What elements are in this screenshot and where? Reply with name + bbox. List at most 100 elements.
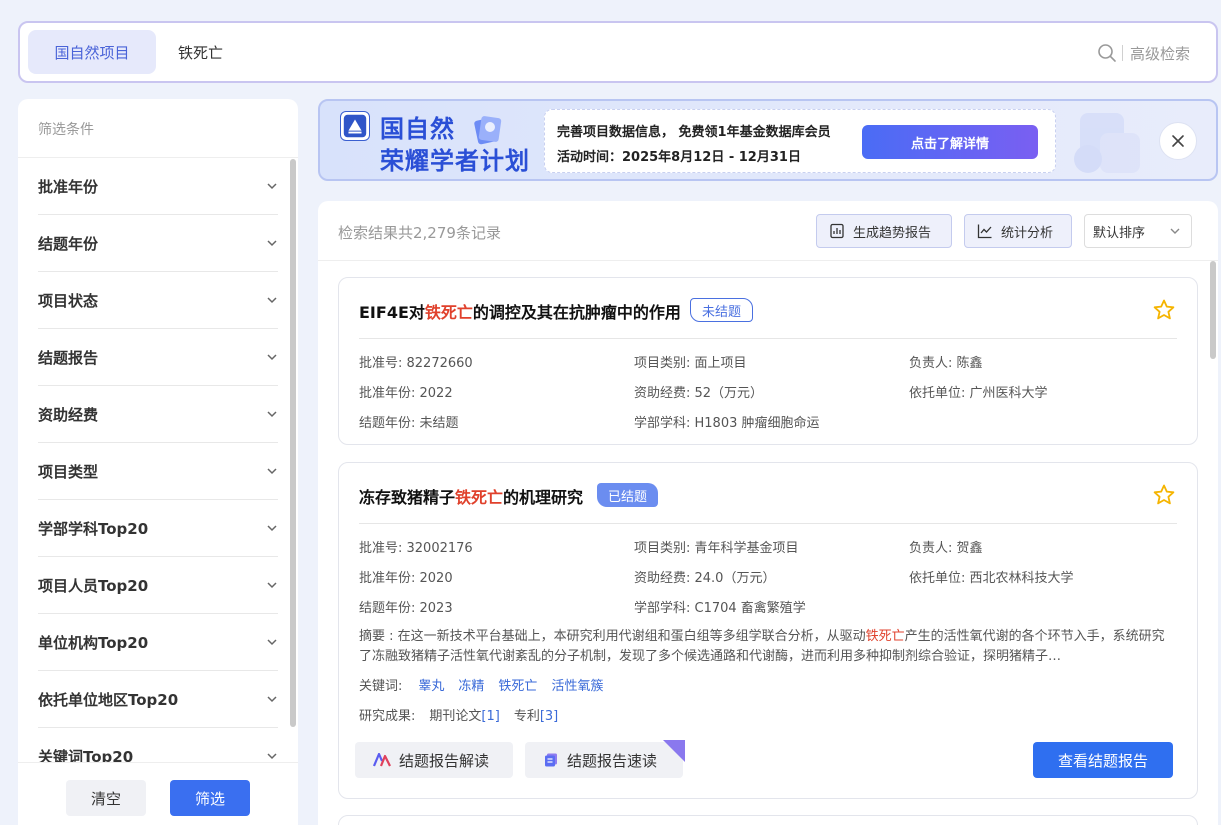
title-text: 的机理研究 bbox=[503, 488, 584, 507]
status-badge: 未结题 bbox=[690, 298, 754, 322]
search-input[interactable] bbox=[178, 39, 1058, 65]
filter-end-year[interactable]: 结题年份 bbox=[38, 215, 278, 272]
filter-keywords[interactable]: 关键词Top20 bbox=[38, 728, 278, 762]
end-year: 结题年份: 未结题 bbox=[359, 416, 459, 431]
report-interpretation-button[interactable]: 结题报告解读 bbox=[355, 742, 513, 778]
project-leader: 负责人: 贺鑫 bbox=[909, 541, 983, 556]
filter-region[interactable]: 依托单位地区Top20 bbox=[38, 671, 278, 728]
title-highlight: 铁死亡 bbox=[455, 488, 504, 507]
star-icon[interactable] bbox=[1152, 298, 1176, 322]
outputs-label: 研究成果: bbox=[359, 709, 416, 724]
clear-button[interactable]: 清空 bbox=[66, 780, 146, 816]
sidebar-title: 筛选条件 bbox=[38, 122, 94, 138]
banner-info-line2: 活动时间：2025年8月12日 - 12月31日 bbox=[557, 150, 801, 165]
sidebar-footer: 清空 筛选 bbox=[18, 762, 298, 825]
banner-decoration-icon bbox=[1074, 113, 1140, 173]
chevron-down-icon bbox=[267, 183, 277, 190]
learn-more-button[interactable]: 点击了解详情 bbox=[862, 125, 1038, 159]
free-tag-icon bbox=[663, 740, 685, 762]
trophy-book-icon bbox=[474, 116, 502, 145]
divider bbox=[359, 523, 1177, 524]
title-text: 的调控及其在抗肿瘤中的作用 bbox=[472, 303, 681, 322]
close-icon bbox=[1172, 135, 1184, 147]
stats-analysis-label: 统计分析 bbox=[1001, 225, 1054, 241]
filter-label: 单位机构Top20 bbox=[38, 633, 149, 652]
banner-info-box: 完善项目数据信息， 免费领1年基金数据库会员 活动时间：2025年8月12日 -… bbox=[544, 109, 1056, 173]
project-leader: 负责人: 陈鑫 bbox=[909, 356, 983, 371]
project-category: 项目类别: 青年科学基金项目 bbox=[634, 541, 799, 556]
filter-label: 学部学科Top20 bbox=[38, 519, 149, 538]
abstract-text: 摘要 : 在这一新技术平台基础上，本研究利用代谢组和蛋白组等多组学联合分析，从驱… bbox=[359, 627, 1177, 667]
abstract-text-part: 摘要 : 在这一新技术平台基础上，本研究利用代谢组和蛋白组等多组学联合分析，从驱… bbox=[359, 629, 866, 644]
result-card: 冻存致猪精子铁死亡的机理研究 已结题 批准号: 32002176 项目类别: 青… bbox=[338, 462, 1198, 799]
filter-discipline[interactable]: 学部学科Top20 bbox=[38, 500, 278, 557]
advanced-search-link[interactable]: 高级检索 bbox=[1130, 43, 1190, 64]
output-patent[interactable]: 专利[3] bbox=[514, 709, 558, 724]
chevron-down-icon bbox=[267, 753, 277, 760]
banner-title-line1: 国自然 bbox=[380, 115, 455, 143]
chevron-down-icon bbox=[267, 468, 277, 475]
end-year: 结题年份: 2023 bbox=[359, 601, 453, 616]
output-count: [3] bbox=[539, 709, 559, 724]
title-text: 冻存致猪精子 bbox=[359, 488, 456, 507]
report-quick-read-label: 结题报告速读 bbox=[567, 751, 658, 770]
approval-year: 批准年份: 2022 bbox=[359, 386, 453, 401]
search-scope-tab[interactable]: 国自然项目 bbox=[28, 30, 156, 74]
results-scrollbar[interactable] bbox=[1210, 261, 1216, 359]
divider bbox=[359, 338, 1177, 339]
keyword-link[interactable]: 睾丸 bbox=[418, 679, 444, 694]
search-separator bbox=[1122, 45, 1123, 61]
search-icon[interactable] bbox=[1097, 43, 1117, 63]
filter-label: 批准年份 bbox=[38, 177, 99, 196]
chevron-down-icon bbox=[267, 639, 277, 646]
report-interpretation-label: 结题报告解读 bbox=[399, 751, 490, 770]
filter-button[interactable]: 筛选 bbox=[170, 780, 250, 816]
stats-analysis-button[interactable]: 统计分析 bbox=[964, 214, 1072, 248]
research-outputs-row: 研究成果: 期刊论文[1] 专利[3] bbox=[359, 705, 558, 724]
star-icon[interactable] bbox=[1152, 483, 1176, 507]
trend-report-button[interactable]: 生成趋势报告 bbox=[816, 214, 952, 248]
result-card bbox=[338, 815, 1198, 825]
keyword-link[interactable]: 铁死亡 bbox=[498, 679, 537, 694]
output-journal[interactable]: 期刊论文[1] bbox=[429, 709, 499, 724]
filter-final-report[interactable]: 结题报告 bbox=[38, 329, 278, 386]
search-bar: 国自然项目 高级检索 bbox=[18, 21, 1218, 83]
sort-select[interactable]: 默认排序 bbox=[1084, 214, 1192, 248]
filter-label: 依托单位地区Top20 bbox=[38, 690, 179, 709]
approval-number: 批准号: 82272660 bbox=[359, 356, 473, 371]
filter-label: 结题报告 bbox=[38, 348, 99, 367]
chevron-down-icon bbox=[267, 582, 277, 589]
chevron-down-icon bbox=[267, 411, 277, 418]
chevron-down-icon bbox=[267, 240, 277, 247]
filter-personnel[interactable]: 项目人员Top20 bbox=[38, 557, 278, 614]
report-quick-read-button[interactable]: 结题报告速读 bbox=[525, 740, 685, 778]
result-title[interactable]: 冻存致猪精子铁死亡的机理研究 bbox=[359, 484, 583, 508]
filter-approval-year[interactable]: 批准年份 bbox=[38, 158, 278, 215]
sidebar-scrollbar[interactable] bbox=[290, 159, 296, 727]
view-final-report-button[interactable]: 查看结题报告 bbox=[1033, 742, 1173, 778]
filter-project-type[interactable]: 项目类型 bbox=[38, 443, 278, 500]
report-icon bbox=[830, 223, 844, 239]
filter-sidebar: 筛选条件 批准年份 结题年份 项目状态 结题报告 资助经费 项目类型 学部学科T… bbox=[18, 99, 298, 825]
abstract-highlight: 铁死亡 bbox=[865, 629, 905, 644]
chevron-down-icon bbox=[267, 696, 277, 703]
title-highlight: 铁死亡 bbox=[424, 303, 473, 322]
keyword-link[interactable]: 活性氧簇 bbox=[551, 679, 603, 694]
chevron-down-icon bbox=[267, 525, 277, 532]
divider bbox=[318, 260, 1218, 261]
approval-year: 批准年份: 2020 bbox=[359, 571, 453, 586]
discipline: 学部学科: C1704 畜禽繁殖学 bbox=[634, 601, 806, 616]
filter-institution[interactable]: 单位机构Top20 bbox=[38, 614, 278, 671]
funding-amount: 资助经费: 52（万元） bbox=[634, 386, 764, 401]
sort-label: 默认排序 bbox=[1093, 225, 1146, 241]
filter-funding[interactable]: 资助经费 bbox=[38, 386, 278, 443]
filter-label: 结题年份 bbox=[38, 234, 99, 253]
ai-logo-icon bbox=[373, 753, 391, 767]
line-chart-icon bbox=[977, 224, 992, 239]
result-title[interactable]: EIF4E对铁死亡的调控及其在抗肿瘤中的作用 bbox=[359, 299, 681, 323]
keyword-link[interactable]: 冻精 bbox=[458, 679, 484, 694]
filter-project-status[interactable]: 项目状态 bbox=[38, 272, 278, 329]
chevron-down-icon bbox=[267, 354, 277, 361]
funding-amount: 资助经费: 24.0（万元） bbox=[634, 571, 776, 586]
banner-close-button[interactable] bbox=[1159, 122, 1197, 160]
